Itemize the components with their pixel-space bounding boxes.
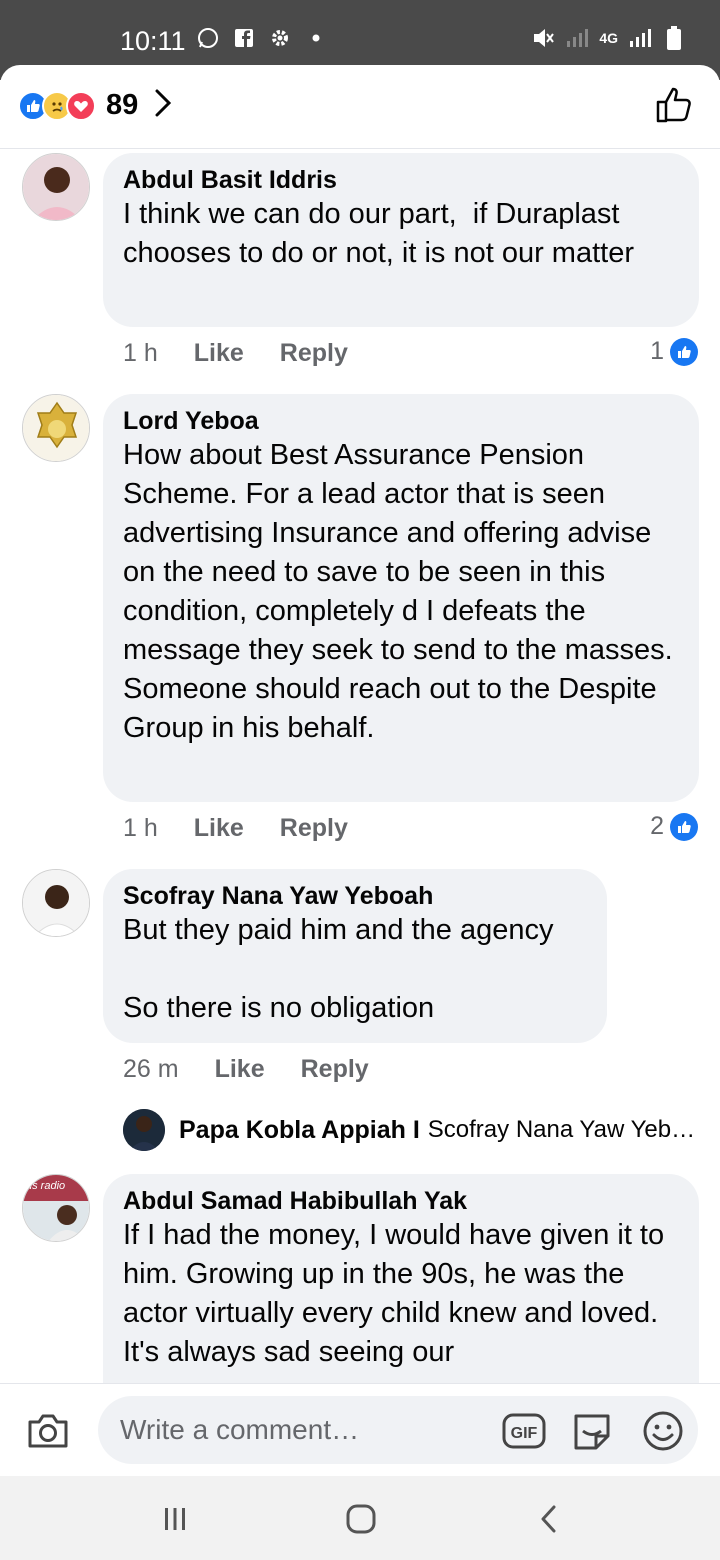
comment-time[interactable]: 26 m [123, 1055, 179, 1084]
comment-placeholder: Write a comment… [120, 1414, 360, 1445]
like-link[interactable]: Like [215, 1055, 265, 1084]
chevron-right-icon [154, 89, 172, 122]
avatar[interactable] [22, 153, 90, 221]
comment-bubble[interactable]: Abdul Basit Iddris I think we can do our… [103, 153, 699, 327]
like-badge-icon [670, 812, 698, 841]
comment-author[interactable]: Scofray Nana Yaw Yeboah [123, 881, 587, 911]
gif-icon[interactable]: GIF [502, 1412, 546, 1455]
like-badge-icon [670, 337, 698, 366]
battery-icon [662, 26, 686, 50]
comment-author[interactable]: Abdul Basit Iddris [123, 165, 679, 195]
signal-icon [565, 26, 589, 50]
network-label: 4G [599, 30, 618, 46]
comment-time[interactable]: 1 h [123, 339, 158, 368]
svg-text:GIF: GIF [511, 1425, 538, 1442]
whatsapp-icon [196, 26, 220, 50]
reply-preview[interactable]: Papa Kobla Appiah I Scofray Nana Yaw Yeb… [123, 1109, 703, 1151]
system-nav-bar [0, 1476, 720, 1560]
like-outline-icon[interactable] [654, 85, 694, 130]
reactions-header: 89 [0, 65, 720, 149]
reply-link[interactable]: Reply [301, 1055, 369, 1084]
comment-text: If I had the money, I would have given i… [123, 1219, 673, 1368]
like-link[interactable]: Like [194, 814, 244, 843]
comment-author[interactable]: Lord Yeboa [123, 406, 679, 436]
comment-bubble[interactable]: Abdul Samad Habibullah Yak If I had the … [103, 1174, 699, 1414]
like-count: 1 [650, 337, 664, 365]
reactions-summary[interactable]: 89 [18, 89, 172, 122]
signal-icon [628, 26, 652, 50]
mute-icon [531, 26, 555, 50]
recents-icon[interactable] [155, 1502, 195, 1536]
back-icon[interactable] [529, 1502, 569, 1536]
sticker-icon[interactable] [570, 1410, 614, 1457]
reply-link[interactable]: Reply [280, 339, 348, 368]
comment-bubble[interactable]: Scofray Nana Yaw Yeboah But they paid hi… [103, 869, 607, 1043]
comment-actions: 1 h Like Reply [123, 814, 348, 843]
avatar[interactable] [22, 394, 90, 462]
comment-input[interactable]: Write a comment… GIF [98, 1396, 698, 1464]
comment-text: But they paid him and the agency So ther… [123, 914, 554, 1024]
camera-icon[interactable] [26, 1412, 70, 1455]
comment-text: I think we can do our part, if Duraplast… [123, 198, 634, 269]
comment-text: How about Best Assurance Pension Scheme.… [123, 439, 673, 744]
avatar [123, 1109, 165, 1151]
comments-sheet: 89 Abdul Basit Iddris I think we can do … [0, 65, 720, 1475]
reaction-count: 89 [106, 89, 139, 121]
comment-like-count[interactable]: 2 [650, 812, 698, 841]
reply-snippet: Scofray Nana Yaw Yeboah [427, 1116, 703, 1143]
like-link[interactable]: Like [194, 339, 244, 368]
comment-time[interactable]: 1 h [123, 814, 158, 843]
comment-bubble[interactable]: Lord Yeboa How about Best Assurance Pens… [103, 394, 699, 802]
status-time: 10:11 [120, 26, 186, 56]
avatar[interactable]: us radio [22, 1174, 90, 1242]
dot-icon [304, 26, 328, 50]
reply-author: Papa Kobla Appiah I [179, 1115, 420, 1144]
comment-author[interactable]: Abdul Samad Habibullah Yak [123, 1186, 679, 1216]
facebook-icon [232, 26, 256, 50]
comment-composer: Write a comment… GIF [0, 1383, 720, 1476]
gear-icon [268, 26, 292, 50]
avatar-caption: us radio [26, 1180, 66, 1192]
comment-actions: 1 h Like Reply [123, 339, 348, 368]
comment-actions: 26 m Like Reply [123, 1055, 369, 1084]
avatar[interactable] [22, 869, 90, 937]
comment-like-count[interactable]: 1 [650, 337, 698, 366]
home-icon[interactable] [341, 1502, 381, 1536]
emoji-icon[interactable] [642, 1410, 684, 1457]
reply-link[interactable]: Reply [280, 814, 348, 843]
love-reaction-icon [66, 90, 96, 121]
like-count: 2 [650, 812, 664, 840]
